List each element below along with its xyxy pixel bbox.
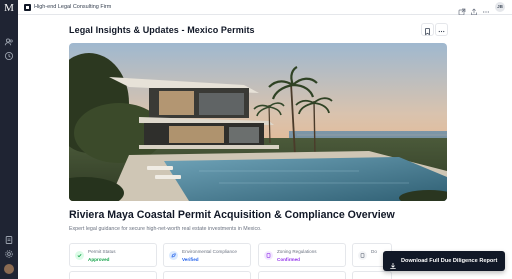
- download-report-button[interactable]: Download Full Due Diligence Report: [383, 251, 505, 271]
- document-icon[interactable]: [4, 235, 14, 245]
- ellipsis-icon: [438, 30, 445, 33]
- download-button-label: Download Full Due Diligence Report: [401, 258, 498, 264]
- stat-card-row2-1: [69, 271, 157, 279]
- firm-name: High-end Legal Consulting Firm: [34, 4, 112, 10]
- download-icon: [389, 257, 397, 269]
- stat-label: Environmental Compliance: [182, 249, 237, 254]
- stat-value: Confirmed: [277, 257, 300, 262]
- stat-label: Permit Status: [88, 249, 116, 254]
- main-content: Legal Insights & Updates - Mexico Permit…: [18, 15, 512, 279]
- check-icon: [75, 251, 84, 260]
- stat-card-row2-4: [352, 271, 392, 279]
- clock-icon[interactable]: [4, 51, 14, 61]
- stat-value: Verified: [182, 257, 199, 262]
- avatar[interactable]: [4, 264, 14, 274]
- stat-value: Approved: [88, 257, 110, 262]
- leaf-icon: [169, 251, 178, 260]
- stat-label: Zoning Regulations: [277, 249, 317, 254]
- share-icon[interactable]: [470, 3, 478, 16]
- stat-card-row2-2: [163, 271, 251, 279]
- users-icon[interactable]: [4, 37, 14, 47]
- stat-permit-status: Permit Status Approved: [69, 243, 157, 267]
- left-rail: M: [0, 0, 18, 279]
- stat-card-row2-3: [258, 271, 346, 279]
- more-options-button[interactable]: [435, 23, 448, 36]
- stat-environmental-compliance: Environmental Compliance Verified: [163, 243, 251, 267]
- more-icon[interactable]: [482, 3, 490, 13]
- firm-logo-icon: [24, 4, 31, 11]
- bookmark-button[interactable]: [421, 23, 434, 36]
- report-title: Riviera Maya Coastal Permit Acquisition …: [69, 209, 395, 221]
- top-bar: High-end Legal Consulting Firm JB: [18, 0, 512, 16]
- hero-image: [69, 43, 447, 201]
- user-avatar[interactable]: JB: [495, 2, 505, 12]
- app-logo[interactable]: M: [3, 2, 15, 14]
- stat-zoning-regulations: Zoning Regulations Confirmed: [258, 243, 346, 267]
- report-subtitle: Expert legal guidance for secure high-ne…: [69, 226, 262, 232]
- document-icon: [264, 251, 273, 260]
- document-icon: [358, 251, 367, 260]
- page-title: Legal Insights & Updates - Mexico Permit…: [69, 25, 255, 35]
- stat-label: Do: [371, 249, 377, 254]
- gear-icon[interactable]: [4, 249, 14, 259]
- external-link-icon[interactable]: [458, 3, 466, 16]
- bookmark-icon: [425, 28, 430, 36]
